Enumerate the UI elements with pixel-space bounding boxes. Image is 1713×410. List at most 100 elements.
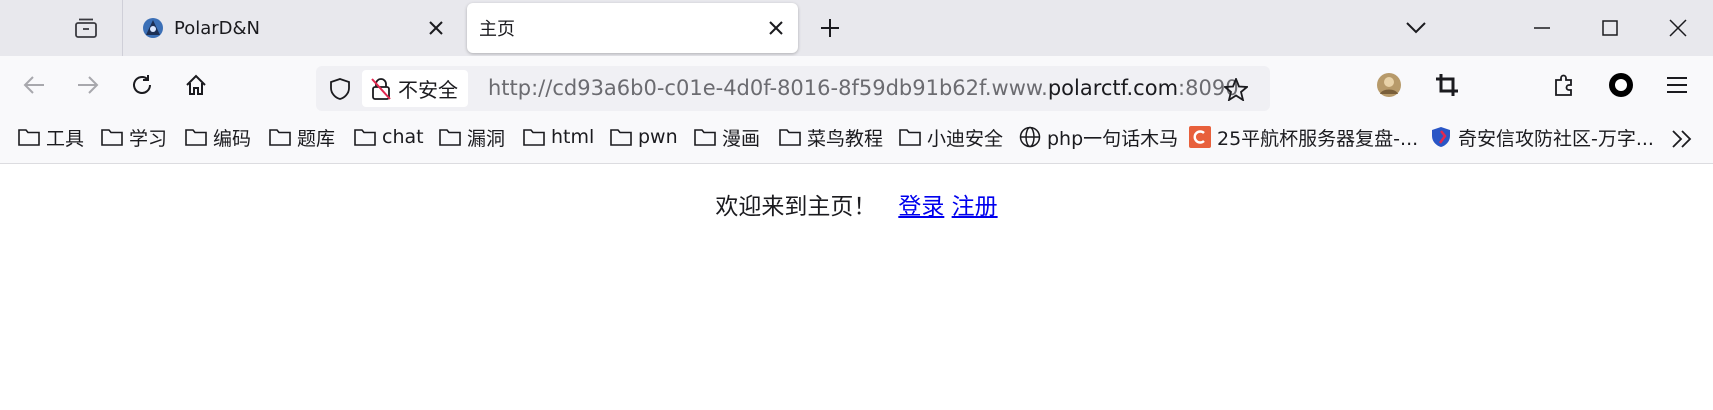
tab-polardn[interactable]: PolarD&N — [130, 3, 458, 53]
minimize-icon — [1534, 27, 1550, 29]
connection-insecure-indicator[interactable]: 不安全 — [362, 70, 468, 107]
navigation-toolbar: 不安全 http://cd93a6b0-c01e-4d0f-8016-8f59d… — [0, 56, 1713, 112]
bookmark-label: 奇安信攻防社区-万字... — [1458, 127, 1654, 150]
list-all-tabs-button[interactable] — [1400, 12, 1432, 44]
tab-close-button[interactable] — [760, 12, 792, 44]
chevron-down-icon — [1406, 22, 1426, 34]
tab-home[interactable]: 主页 — [467, 3, 798, 53]
welcome-text: 欢迎来到主页！ — [715, 194, 877, 220]
folder-icon — [101, 126, 123, 148]
insecure-label: 不安全 — [398, 78, 458, 102]
tab-strip: PolarD&N 主页 — [0, 0, 1713, 56]
tab-overview-button[interactable] — [70, 12, 102, 44]
insecure-lock-icon — [370, 77, 392, 100]
close-icon — [769, 21, 783, 35]
extensions-button[interactable] — [1547, 68, 1581, 102]
folder-icon — [779, 126, 801, 148]
url-text[interactable]: http://cd93a6b0-c01e-4d0f-8016-8f59db91b… — [488, 66, 1239, 111]
register-link[interactable]: 注册 — [952, 194, 998, 220]
url-prefix: http://cd93a6b0-c01e-4d0f-8016-8f59db91b… — [488, 76, 1048, 100]
home-icon — [186, 74, 206, 95]
bookmark-folder-comics[interactable]: 漫画 — [694, 122, 760, 152]
new-tab-button[interactable] — [814, 12, 846, 44]
puzzle-icon — [1555, 74, 1572, 96]
bookmark-25-pinghang-cup[interactable]: 25平航杯服务器复盘-... — [1189, 122, 1418, 152]
folder-icon — [185, 126, 207, 148]
bookmark-label: php一句话木马 — [1047, 127, 1179, 150]
hamburger-menu-icon — [1667, 77, 1687, 93]
tab-overview-icon — [75, 18, 97, 38]
close-icon — [1669, 19, 1687, 37]
home-button[interactable] — [179, 68, 213, 102]
folder-icon — [354, 126, 376, 148]
app-menu-button[interactable] — [1660, 68, 1694, 102]
folder-icon — [269, 126, 291, 148]
bookmark-label: 学习 — [129, 127, 168, 150]
folder-icon — [899, 126, 921, 148]
chevron-double-right-icon — [1672, 130, 1692, 148]
tab-close-button[interactable] — [420, 12, 452, 44]
reload-icon — [133, 75, 151, 94]
account-avatar-button[interactable] — [1372, 68, 1406, 102]
bookmark-label: pwn — [638, 126, 678, 148]
window-maximize-button[interactable] — [1578, 0, 1642, 56]
bookmark-label: 编码 — [213, 127, 252, 150]
crop-icon — [1436, 74, 1458, 96]
tracking-protection-button[interactable] — [324, 73, 356, 105]
bookmark-qianxin-community[interactable]: 奇安信攻防社区-万字... — [1430, 122, 1654, 152]
forward-button[interactable] — [71, 68, 105, 102]
bookmark-label: chat — [382, 126, 424, 148]
bookmark-label: 题库 — [297, 127, 336, 150]
star-icon — [1224, 77, 1248, 101]
bookmark-folder-vulns[interactable]: 漏洞 — [439, 122, 505, 152]
folder-icon — [439, 126, 461, 148]
window-close-button[interactable] — [1646, 0, 1710, 56]
bookmark-label: 漫画 — [722, 127, 761, 150]
address-bar[interactable]: 不安全 http://cd93a6b0-c01e-4d0f-8016-8f59d… — [316, 66, 1270, 111]
arrow-right-icon — [78, 76, 99, 94]
welcome-line: 欢迎来到主页！ 登录 注册 — [0, 187, 1713, 221]
bookmark-label: 小迪安全 — [927, 127, 1004, 150]
avatar-icon — [1377, 73, 1401, 97]
bookmark-folder-runoob[interactable]: 菜鸟教程 — [779, 122, 883, 152]
bookmark-label: 漏洞 — [467, 127, 506, 150]
bookmark-label: 菜鸟教程 — [807, 127, 884, 150]
tab-title: PolarD&N — [174, 17, 261, 39]
login-link[interactable]: 登录 — [898, 194, 944, 220]
bookmark-label: 25平航杯服务器复盘-... — [1217, 127, 1419, 150]
folder-icon — [610, 126, 632, 148]
folder-icon — [694, 126, 716, 148]
bookmark-folder-study[interactable]: 学习 — [101, 122, 167, 152]
bookmark-folder-encoding[interactable]: 编码 — [185, 122, 251, 152]
globe-icon — [1019, 126, 1041, 148]
bookmark-folder-chat[interactable]: chat — [354, 122, 424, 152]
bookmark-folder-problems[interactable]: 题库 — [269, 122, 335, 152]
bookmark-folder-html[interactable]: html — [523, 122, 594, 152]
shield-icon — [330, 78, 350, 100]
bookmark-label: 工具 — [46, 127, 85, 150]
bookmark-folder-tools[interactable]: 工具 — [18, 122, 84, 152]
plus-icon — [821, 19, 839, 37]
extension-circle-button[interactable] — [1604, 68, 1638, 102]
bookmark-folder-pwn[interactable]: pwn — [610, 122, 678, 152]
screenshot-button[interactable] — [1430, 68, 1464, 102]
polar-hood-icon — [142, 17, 164, 39]
ring-icon — [1609, 73, 1633, 97]
bookmarks-overflow-button[interactable] — [1666, 125, 1698, 153]
window-minimize-button[interactable] — [1510, 0, 1574, 56]
arrow-left-icon — [23, 76, 44, 94]
url-host: polarctf.com — [1047, 76, 1179, 100]
tab-title: 主页 — [479, 19, 515, 40]
reload-button[interactable] — [125, 68, 159, 102]
maximize-icon — [1602, 20, 1618, 36]
bookmark-label: html — [551, 126, 595, 148]
bookmarks-toolbar: 工具 学习 编码 题库 chat 漏洞 html pwn 漫画 菜鸟教程 小迪安… — [0, 112, 1713, 164]
bookmark-star-button[interactable] — [1220, 73, 1252, 105]
c-logo-icon — [1189, 126, 1211, 148]
bookmark-php-webshell[interactable]: php一句话木马 — [1019, 122, 1178, 152]
folder-icon — [18, 126, 40, 148]
tab-separator — [122, 0, 123, 56]
back-button[interactable] — [17, 68, 51, 102]
bookmark-folder-xiaodi-security[interactable]: 小迪安全 — [899, 122, 1003, 152]
qax-shield-icon — [1430, 126, 1452, 148]
